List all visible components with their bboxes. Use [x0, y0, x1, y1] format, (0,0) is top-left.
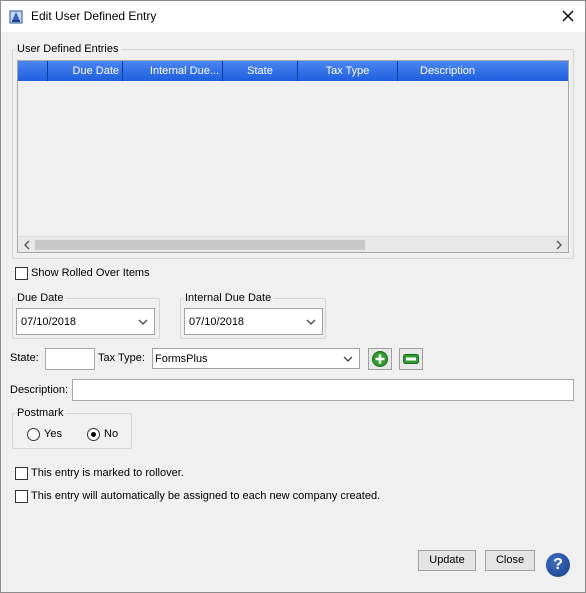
column-header-select[interactable]: [18, 61, 48, 81]
rollover-checkbox[interactable]: [15, 467, 28, 480]
postmark-no-radio[interactable]: [87, 428, 100, 441]
horizontal-scrollbar[interactable]: [18, 236, 568, 252]
tax-type-value: FormsPlus: [155, 353, 208, 365]
column-header-internal-due[interactable]: Internal Due...: [123, 61, 223, 81]
scroll-right-icon[interactable]: [553, 239, 565, 251]
entries-legend: User Defined Entries: [17, 43, 119, 55]
dialog-window: Edit User Defined Entry User Defined Ent…: [0, 0, 586, 593]
add-tax-type-button[interactable]: [368, 348, 392, 370]
column-header-description[interactable]: Description: [398, 61, 568, 81]
table-header: Due Date Internal Due... State Tax Type …: [18, 61, 568, 81]
update-button[interactable]: Update: [418, 550, 476, 571]
description-label: Description:: [10, 384, 69, 396]
postmark-no-label[interactable]: No: [104, 428, 118, 440]
due-date-picker[interactable]: 07/10/2018: [16, 308, 155, 335]
column-header-tax-type[interactable]: Tax Type: [298, 61, 398, 81]
internal-due-date-legend: Internal Due Date: [185, 292, 272, 304]
window-title: Edit User Defined Entry: [31, 9, 157, 23]
state-label: State:: [10, 352, 39, 364]
chevron-down-icon[interactable]: [343, 355, 353, 363]
auto-assign-checkbox[interactable]: [15, 490, 28, 503]
due-date-legend: Due Date: [17, 292, 64, 304]
close-icon[interactable]: [559, 7, 577, 25]
column-header-state[interactable]: State: [223, 61, 298, 81]
entries-table[interactable]: Due Date Internal Due... State Tax Type …: [17, 60, 569, 253]
scrollbar-thumb[interactable]: [35, 240, 365, 250]
postmark-legend: Postmark: [17, 407, 64, 419]
close-button[interactable]: Close: [485, 550, 535, 571]
state-input[interactable]: [45, 348, 95, 370]
app-icon: [9, 10, 23, 24]
internal-due-date-value: 07/10/2018: [189, 316, 245, 328]
column-header-due-date[interactable]: Due Date: [48, 61, 123, 81]
show-rolled-over-checkbox[interactable]: [15, 267, 28, 280]
postmark-yes-radio[interactable]: [27, 428, 40, 441]
tax-type-select[interactable]: FormsPlus: [152, 348, 360, 369]
minus-icon: [403, 354, 419, 364]
help-icon[interactable]: ?: [546, 553, 570, 577]
chevron-down-icon[interactable]: [306, 318, 316, 326]
chevron-down-icon[interactable]: [138, 318, 148, 326]
remove-tax-type-button[interactable]: [399, 348, 423, 370]
show-rolled-over-label: Show Rolled Over Items: [31, 267, 150, 279]
plus-icon: [372, 351, 388, 367]
rollover-label: This entry is marked to rollover.: [31, 467, 184, 479]
due-date-value: 07/10/2018: [21, 316, 77, 328]
postmark-yes-label[interactable]: Yes: [44, 428, 62, 440]
description-input[interactable]: [72, 379, 574, 401]
title-bar: Edit User Defined Entry: [1, 1, 585, 32]
scroll-left-icon[interactable]: [21, 239, 33, 251]
auto-assign-label: This entry will automatically be assigne…: [31, 490, 381, 502]
internal-due-date-picker[interactable]: 07/10/2018: [184, 308, 323, 335]
tax-type-label: Tax Type:: [98, 352, 145, 364]
